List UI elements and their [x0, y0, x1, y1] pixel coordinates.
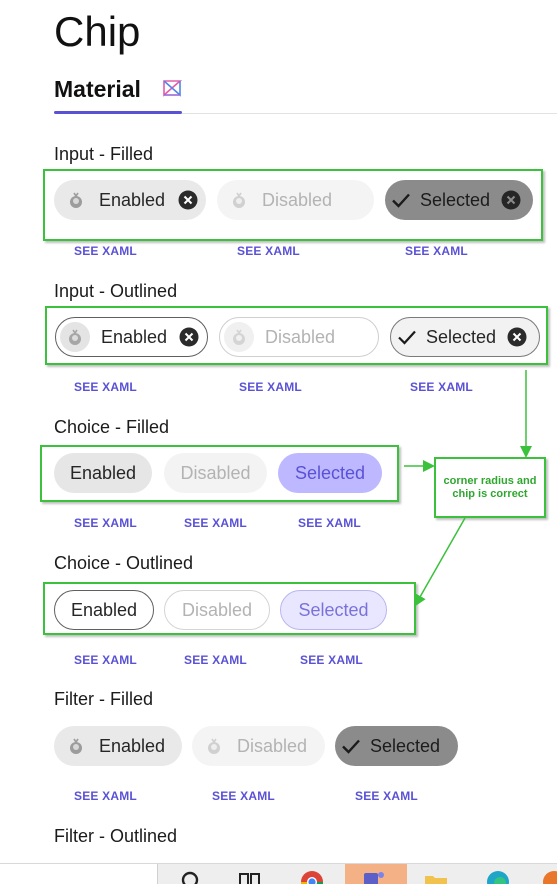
see-xaml-link[interactable]: SEE XAML — [355, 789, 418, 803]
see-xaml-link[interactable]: SEE XAML — [184, 653, 247, 667]
annotation-note-text: corner radius and chip is correct — [443, 474, 537, 500]
section-title-input-filled: Input - Filled — [54, 144, 154, 164]
avatar-icon — [202, 734, 226, 758]
see-xaml-link[interactable]: SEE XAML — [74, 653, 137, 667]
check-icon — [340, 735, 362, 757]
see-xaml-link[interactable]: SEE XAML — [300, 653, 363, 667]
tab-divider — [182, 113, 557, 114]
see-xaml-link[interactable]: SEE XAML — [410, 380, 473, 394]
annotation-box — [43, 169, 543, 241]
see-xaml-link[interactable]: SEE XAML — [239, 380, 302, 394]
filter-filled-disabled-chip: Disabled — [192, 726, 325, 766]
edge-icon[interactable] — [484, 868, 512, 884]
tab-material[interactable]: Material — [54, 76, 141, 103]
tab-underline — [54, 111, 182, 114]
see-xaml-link[interactable]: SEE XAML — [298, 516, 361, 530]
section-title-choice-outlined: Choice - Outlined — [54, 553, 194, 573]
see-xaml-link[interactable]: SEE XAML — [74, 516, 137, 530]
material-logo-icon — [163, 80, 182, 97]
section-title-filter-outlined: Filter - Outlined — [54, 826, 178, 846]
app-icon[interactable] — [540, 868, 557, 884]
filter-filled-selected-chip[interactable]: Selected — [335, 726, 458, 766]
filter-filled-enabled-chip[interactable]: Enabled — [54, 726, 182, 766]
teams-icon[interactable] — [360, 868, 388, 884]
annotation-box — [45, 306, 548, 365]
taskbar — [0, 863, 557, 884]
see-xaml-link[interactable]: SEE XAML — [184, 516, 247, 530]
annotation-box — [43, 582, 416, 635]
section-title-input-outlined: Input - Outlined — [54, 281, 178, 301]
page-title: Chip — [54, 8, 141, 55]
chip-label: Disabled — [237, 735, 308, 756]
see-xaml-link[interactable]: SEE XAML — [74, 380, 137, 394]
taskbar-search-area[interactable] — [0, 864, 158, 884]
avatar-icon — [64, 734, 88, 758]
folder-icon[interactable] — [422, 868, 450, 884]
annotation-box — [40, 445, 399, 502]
see-xaml-link[interactable]: SEE XAML — [74, 789, 137, 803]
chip-label: Selected — [370, 735, 441, 756]
task-view-icon[interactable] — [236, 868, 264, 884]
search-icon[interactable] — [178, 868, 206, 884]
section-title-filter-filled: Filter - Filled — [54, 689, 154, 709]
chrome-icon[interactable] — [298, 868, 326, 884]
section-title-choice-filled: Choice - Filled — [54, 417, 170, 437]
see-xaml-link[interactable]: SEE XAML — [74, 244, 137, 258]
chip-label: Enabled — [99, 735, 166, 756]
see-xaml-link[interactable]: SEE XAML — [237, 244, 300, 258]
see-xaml-link[interactable]: SEE XAML — [405, 244, 468, 258]
see-xaml-link[interactable]: SEE XAML — [212, 789, 275, 803]
annotation-note: corner radius and chip is correct — [434, 457, 546, 518]
